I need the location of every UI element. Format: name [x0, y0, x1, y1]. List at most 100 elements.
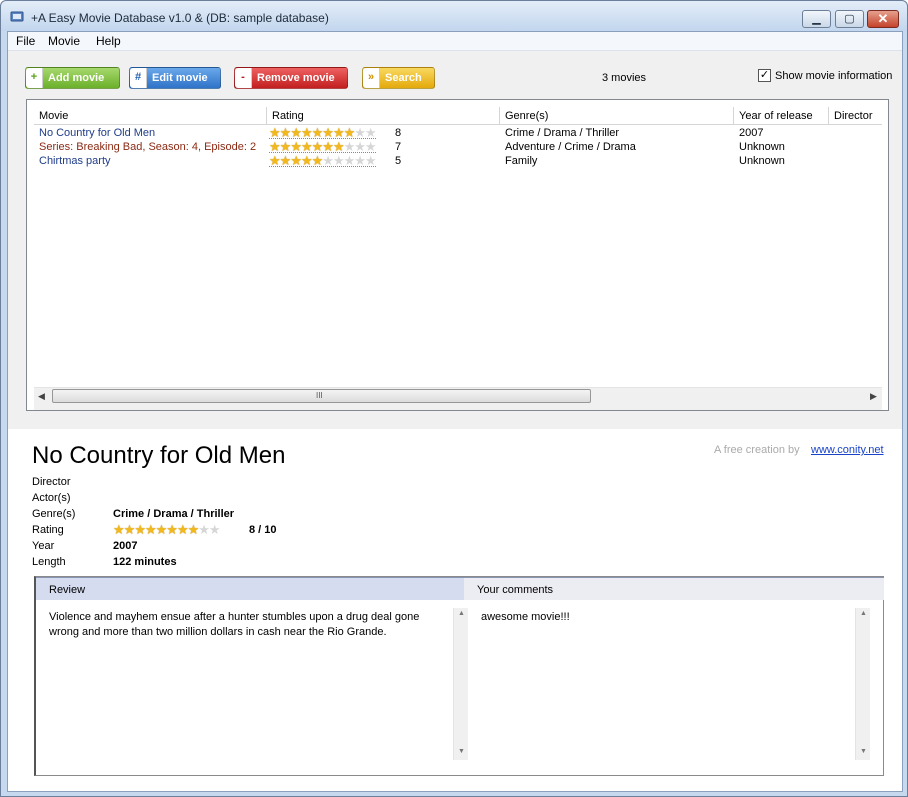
cell-year: Unknown — [739, 155, 785, 167]
scroll-up-icon[interactable]: ▲ — [860, 610, 867, 617]
client-area: File Movie Help + Add movie # Edit movie… — [7, 31, 903, 792]
search-label: Search — [385, 72, 422, 84]
star-filled-icon: ★ — [300, 153, 313, 168]
rating-label: Rating — [32, 524, 64, 536]
menu-help[interactable]: Help — [96, 34, 121, 48]
edit-movie-label: Edit movie — [152, 72, 208, 84]
show-info-label[interactable]: Show movie information — [775, 70, 892, 82]
show-info-checkbox[interactable]: ✓ — [758, 69, 771, 82]
tab-your-comments[interactable]: Your comments — [464, 577, 884, 600]
column-movie[interactable]: Movie — [39, 110, 68, 122]
review-tab-label: Review — [49, 584, 86, 596]
horizontal-scrollbar[interactable]: ◀ III ▶ — [34, 387, 882, 404]
star-filled-icon: ★ — [269, 153, 281, 168]
cell-rating-stars: ★★★★★★★★★★ — [269, 125, 377, 140]
remove-movie-button[interactable]: - Remove movie — [234, 67, 348, 89]
list-header: Movie Rating Genre(s) Year of release Di… — [34, 107, 882, 125]
cell-genres: Family — [505, 155, 538, 167]
column-director[interactable]: Director — [834, 110, 873, 122]
remove-movie-label: Remove movie — [257, 72, 335, 84]
review-scrollbar[interactable]: ▲ ▼ — [453, 608, 468, 760]
scroll-thumb[interactable]: III — [52, 389, 591, 403]
review-comments-box: Review Your comments Violence and mayhem… — [34, 576, 884, 776]
column-divider[interactable] — [733, 107, 734, 125]
column-divider[interactable] — [499, 107, 500, 125]
table-row[interactable]: Chirtmas party ★★★★★★★★★★ 5 Family Unknown — [34, 153, 882, 169]
hash-icon: # — [130, 68, 147, 88]
tab-review[interactable]: Review — [36, 577, 464, 600]
genres-value: Crime / Drama / Thriller — [113, 508, 235, 520]
cell-rating-value: 5 — [395, 155, 402, 167]
star-filled-icon: ★ — [332, 125, 345, 140]
length-value: 122 minutes — [113, 556, 177, 568]
star-empty-icon: ★ — [364, 153, 377, 168]
column-rating[interactable]: Rating — [272, 110, 304, 122]
star-empty-icon: ★ — [198, 522, 210, 537]
column-divider[interactable] — [266, 107, 267, 125]
star-filled-icon: ★ — [332, 139, 345, 154]
search-icon: » — [363, 68, 380, 88]
close-button[interactable]: ✕ — [867, 10, 899, 28]
year-label: Year — [32, 540, 55, 552]
add-movie-button[interactable]: + Add movie — [25, 67, 120, 89]
comments-scrollbar[interactable]: ▲ ▼ — [855, 608, 870, 760]
star-filled-icon: ★ — [290, 153, 302, 168]
cell-rating-value: 7 — [395, 141, 402, 153]
star-filled-icon: ★ — [343, 125, 356, 140]
scroll-up-icon[interactable]: ▲ — [458, 610, 465, 617]
minimize-button[interactable]: ▁ — [802, 10, 831, 28]
scroll-down-icon[interactable]: ▼ — [458, 748, 465, 755]
star-filled-icon: ★ — [290, 139, 302, 154]
menu-movie[interactable]: Movie — [48, 34, 80, 48]
star-filled-icon: ★ — [322, 125, 334, 140]
menu-file[interactable]: File — [16, 34, 35, 48]
cell-year: Unknown — [739, 141, 785, 153]
star-empty-icon: ★ — [332, 153, 345, 168]
star-filled-icon: ★ — [290, 125, 302, 140]
comments-textarea[interactable]: awesome movie!!! — [481, 608, 858, 760]
table-row[interactable]: Series: Breaking Bad, Season: 4, Episode… — [34, 139, 882, 155]
rating-value: 8 / 10 — [249, 524, 277, 536]
plus-icon: + — [26, 68, 43, 88]
scroll-left-icon[interactable]: ◀ — [38, 391, 45, 402]
movie-list[interactable]: Movie Rating Genre(s) Year of release Di… — [26, 99, 889, 411]
star-filled-icon: ★ — [166, 522, 178, 537]
menu-bar: File Movie Help — [8, 32, 902, 51]
app-icon — [10, 11, 24, 22]
cell-genres: Crime / Drama / Thriller — [505, 127, 620, 139]
add-movie-label: Add movie — [48, 72, 105, 84]
search-button[interactable]: » Search — [362, 67, 435, 89]
star-filled-icon: ★ — [176, 522, 189, 537]
star-filled-icon: ★ — [144, 522, 157, 537]
app-window: +A Easy Movie Database v1.0 & (DB: sampl… — [0, 0, 908, 797]
column-year[interactable]: Year of release — [739, 110, 813, 122]
title-bar[interactable]: +A Easy Movie Database v1.0 & (DB: sampl… — [1, 1, 907, 31]
column-divider[interactable] — [828, 107, 829, 125]
star-filled-icon: ★ — [134, 522, 146, 537]
scroll-grip: III — [316, 391, 323, 400]
star-empty-icon: ★ — [208, 522, 221, 537]
maximize-button[interactable]: ▢ — [835, 10, 864, 28]
cell-rating-stars: ★★★★★★★★★★ — [269, 139, 377, 154]
star-empty-icon: ★ — [354, 153, 366, 168]
review-text: Violence and mayhem ensue after a hunter… — [49, 611, 420, 638]
star-empty-icon: ★ — [343, 139, 356, 154]
rating-stars: ★★★★★★★★★★ — [113, 522, 221, 537]
column-genres[interactable]: Genre(s) — [505, 110, 548, 122]
star-empty-icon: ★ — [364, 125, 377, 140]
list-area: Movie Rating Genre(s) Year of release Di… — [34, 107, 882, 410]
credit-link[interactable]: www.conity.net — [811, 444, 884, 456]
review-textarea[interactable]: Violence and mayhem ensue after a hunter… — [49, 608, 451, 760]
scroll-right-icon[interactable]: ▶ — [870, 391, 877, 402]
comments-text: awesome movie!!! — [481, 611, 570, 623]
scroll-down-icon[interactable]: ▼ — [860, 748, 867, 755]
star-filled-icon: ★ — [300, 125, 313, 140]
year-value: 2007 — [113, 540, 138, 552]
star-empty-icon: ★ — [364, 139, 377, 154]
star-filled-icon: ★ — [269, 125, 281, 140]
edit-movie-button[interactable]: # Edit movie — [129, 67, 221, 89]
table-row[interactable]: No Country for Old Men ★★★★★★★★★★ 8 Crime /… — [34, 125, 882, 141]
list-body: Movie Rating Genre(s) Year of release Di… — [34, 107, 882, 387]
movie-count: 3 movies — [602, 72, 647, 84]
cell-rating-stars: ★★★★★★★★★★ — [269, 153, 377, 168]
